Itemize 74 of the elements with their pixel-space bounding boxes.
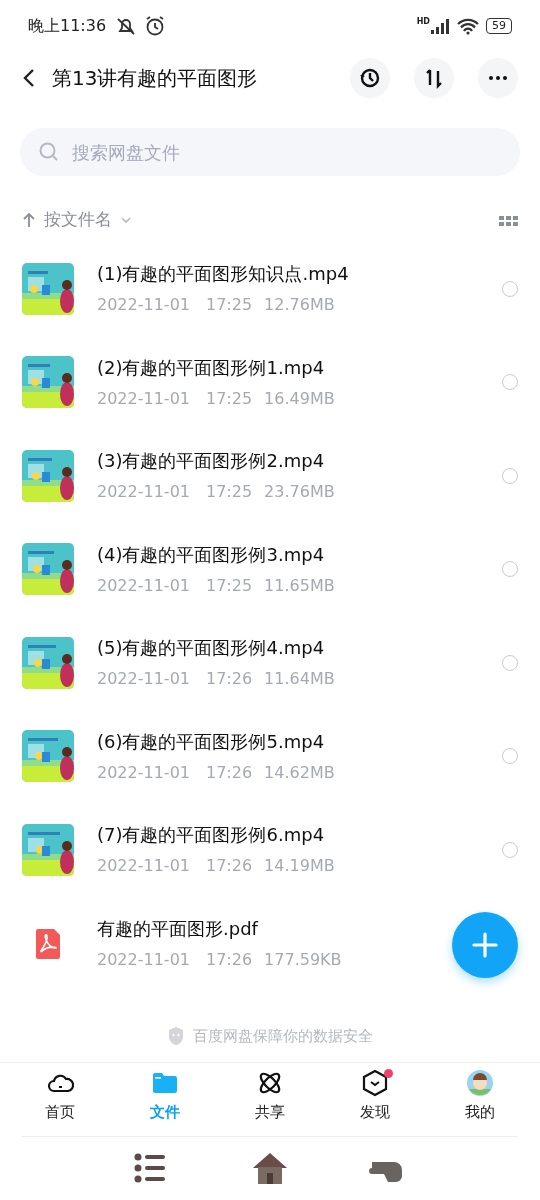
more-icon bbox=[488, 75, 508, 81]
tab-discover[interactable]: 发现 bbox=[322, 1063, 428, 1136]
file-date: 2022-11-01 bbox=[97, 294, 190, 317]
arrow-up-icon bbox=[22, 212, 36, 228]
history-icon bbox=[358, 66, 382, 90]
file-time: 17:25 bbox=[206, 294, 253, 317]
file-size: 14.62MB bbox=[264, 761, 335, 784]
file-size: 16.49MB bbox=[264, 387, 335, 410]
file-time: 17:25 bbox=[206, 574, 253, 597]
add-button[interactable] bbox=[452, 912, 518, 978]
file-row[interactable]: 有趣的平面图形.pdf 2022-11-01 17:26 177.59KB bbox=[0, 896, 540, 990]
file-row[interactable]: (6)有趣的平面图形例5.mp4 2022-11-01 17:26 14.62MB bbox=[0, 709, 540, 803]
file-row[interactable]: (3)有趣的平面图形例2.mp4 2022-11-01 17:25 23.76MB bbox=[0, 429, 540, 523]
file-name: (5)有趣的平面图形例4.mp4 bbox=[97, 636, 326, 661]
file-row[interactable]: (1)有趣的平面图形知识点.mp4 2022-11-01 17:25 12.76MB bbox=[0, 242, 540, 336]
select-checkbox[interactable] bbox=[502, 748, 518, 765]
select-checkbox[interactable] bbox=[502, 280, 518, 297]
file-time: 17:26 bbox=[206, 668, 253, 691]
select-checkbox[interactable] bbox=[502, 841, 518, 858]
select-checkbox[interactable] bbox=[502, 467, 518, 484]
file-size: 12.76MB bbox=[264, 294, 335, 317]
file-date: 2022-11-01 bbox=[97, 481, 190, 504]
file-date: 2022-11-01 bbox=[97, 761, 190, 784]
file-name: (3)有趣的平面图形例2.mp4 bbox=[97, 449, 326, 474]
chevron-down-icon bbox=[120, 216, 132, 224]
security-note: 百度网盘保障你的数据安全 bbox=[193, 1025, 373, 1047]
file-time: 17:25 bbox=[206, 481, 253, 504]
file-time: 17:26 bbox=[206, 761, 253, 784]
file-size: 23.76MB bbox=[264, 481, 335, 504]
page-title: 第13讲有趣的平面图形 bbox=[52, 65, 259, 92]
file-date: 2022-11-01 bbox=[97, 387, 190, 410]
network-label: HD bbox=[416, 16, 430, 28]
file-size: 11.64MB bbox=[264, 668, 335, 691]
search-icon bbox=[38, 141, 60, 163]
file-time: 17:26 bbox=[206, 948, 253, 971]
file-name: (6)有趣的平面图形例5.mp4 bbox=[97, 729, 326, 754]
hexagon-icon bbox=[360, 1069, 389, 1097]
battery-level: 59 bbox=[486, 18, 512, 34]
file-row[interactable]: (4)有趣的平面图形例3.mp4 2022-11-01 17:25 11.65MB bbox=[0, 522, 540, 616]
tab-share[interactable]: 共享 bbox=[217, 1063, 323, 1136]
status-time: 晚上11:36 bbox=[28, 15, 107, 37]
history-button[interactable] bbox=[350, 58, 390, 98]
file-time: 17:25 bbox=[206, 387, 253, 410]
file-row[interactable]: (2)有趣的平面图形例1.mp4 2022-11-01 17:25 16.49MB bbox=[0, 335, 540, 429]
more-button[interactable] bbox=[478, 58, 518, 98]
search-field[interactable]: 搜索网盘文件 bbox=[20, 128, 520, 176]
file-date: 2022-11-01 bbox=[97, 668, 190, 691]
select-checkbox[interactable] bbox=[502, 561, 518, 578]
file-date: 2022-11-01 bbox=[97, 948, 190, 971]
file-size: 11.65MB bbox=[264, 574, 335, 597]
file-name: (1)有趣的平面图形知识点.mp4 bbox=[97, 262, 350, 287]
file-time: 17:26 bbox=[206, 855, 253, 878]
grid-icon bbox=[499, 215, 518, 226]
shield-icon bbox=[167, 1026, 185, 1046]
signal-icon bbox=[430, 17, 450, 35]
wifi-icon bbox=[456, 17, 480, 35]
file-date: 2022-11-01 bbox=[97, 574, 190, 597]
file-size: 177.59KB bbox=[264, 948, 342, 971]
back-button[interactable] bbox=[22, 67, 36, 89]
file-size: 14.19MB bbox=[264, 855, 335, 878]
file-name: (4)有趣的平面图形例3.mp4 bbox=[97, 542, 326, 567]
avatar-icon bbox=[465, 1069, 494, 1097]
file-date: 2022-11-01 bbox=[97, 855, 190, 878]
sort-button[interactable] bbox=[414, 58, 454, 98]
file-row[interactable]: (5)有趣的平面图形例4.mp4 2022-11-01 17:26 11.64MB bbox=[0, 616, 540, 710]
tab-home[interactable]: 首页 bbox=[8, 1063, 113, 1136]
file-name: (7)有趣的平面图形例6.mp4 bbox=[97, 823, 326, 848]
file-name: 有趣的平面图形.pdf bbox=[97, 916, 260, 941]
file-name: (2)有趣的平面图形例1.mp4 bbox=[97, 355, 326, 380]
tab-profile[interactable]: 我的 bbox=[427, 1063, 532, 1136]
plus-icon bbox=[471, 931, 499, 959]
select-checkbox[interactable] bbox=[502, 654, 518, 671]
file-row[interactable]: (7)有趣的平面图形例6.mp4 2022-11-01 17:26 14.19MB bbox=[0, 803, 540, 897]
select-checkbox[interactable] bbox=[502, 374, 518, 391]
